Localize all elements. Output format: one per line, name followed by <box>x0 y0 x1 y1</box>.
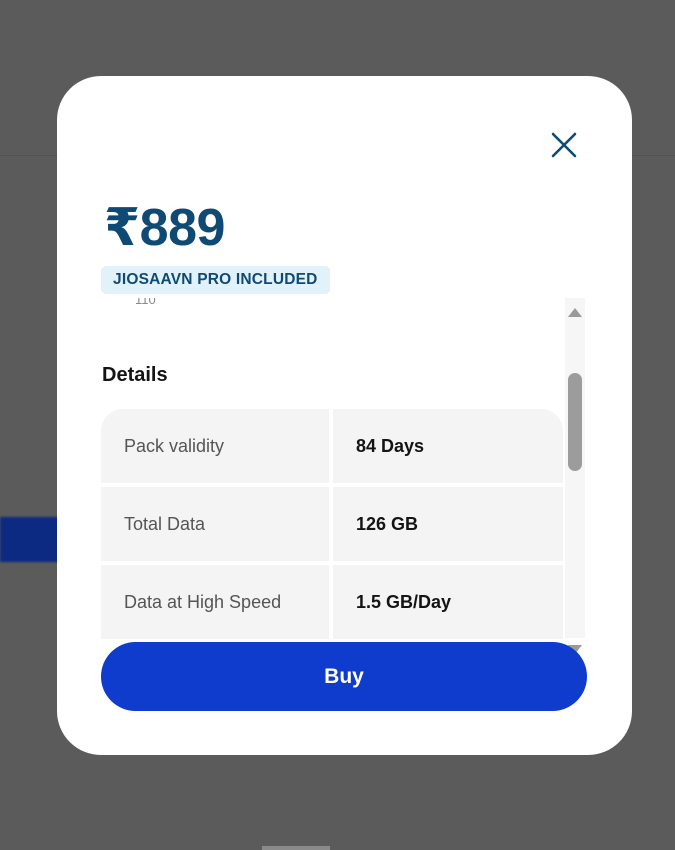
detail-label: Data at High Speed <box>101 565 329 639</box>
bottom-handle <box>262 846 330 850</box>
close-button[interactable] <box>547 128 581 162</box>
detail-value: 1.5 GB/Day <box>333 565 563 639</box>
detail-label: Total Data <box>101 487 329 561</box>
buy-button[interactable]: Buy <box>101 642 587 711</box>
details-heading: Details <box>102 364 168 386</box>
plan-price: ₹889 <box>104 199 225 257</box>
details-scrollbar[interactable] <box>565 298 585 654</box>
close-icon <box>551 132 577 158</box>
details-table: Pack validity 84 Days Total Data 126 GB … <box>101 409 563 643</box>
table-row: Data at High Speed 1.5 GB/Day <box>101 565 563 639</box>
table-row: Total Data 126 GB <box>101 487 563 561</box>
arrow-up-icon[interactable] <box>568 308 582 317</box>
truncated-text: 110 <box>135 298 156 307</box>
detail-label: Pack validity <box>101 409 329 483</box>
detail-value: 84 Days <box>333 409 563 483</box>
jiosaavn-badge: JIOSAAVN PRO INCLUDED <box>101 266 330 294</box>
plan-details-modal: ₹889 JIOSAAVN PRO INCLUDED 110 Details P… <box>57 76 632 755</box>
background-button <box>0 517 60 562</box>
scrollbar-thumb[interactable] <box>568 373 582 471</box>
detail-value: 126 GB <box>333 487 563 561</box>
table-row: Pack validity 84 Days <box>101 409 563 483</box>
